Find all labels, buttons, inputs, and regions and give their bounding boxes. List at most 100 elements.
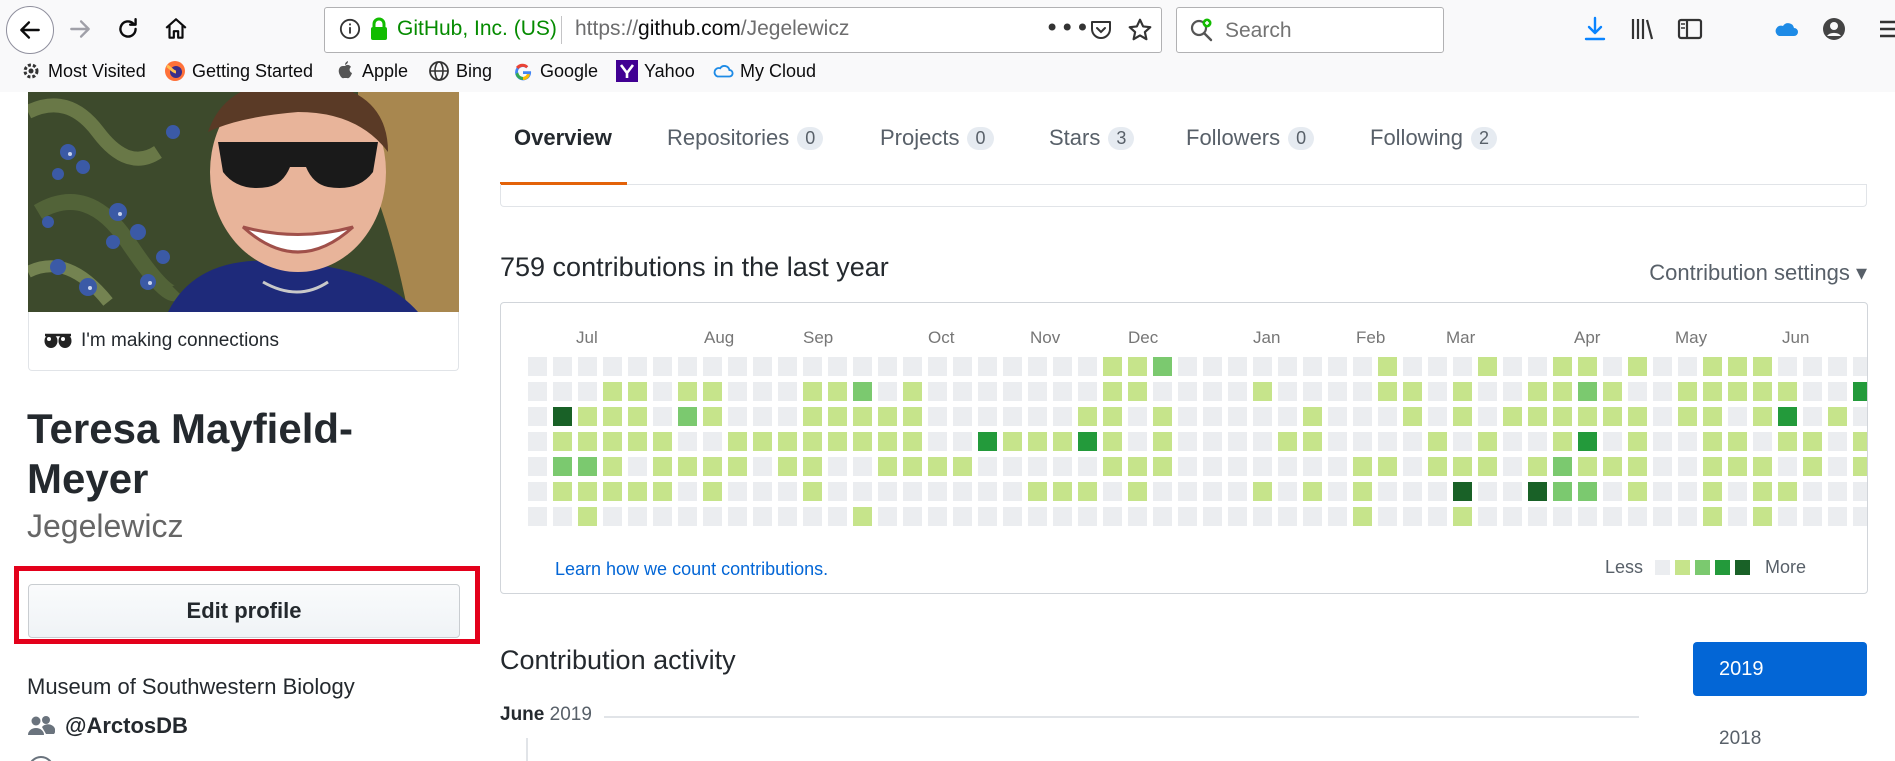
contribution-day[interactable] <box>1228 432 1247 451</box>
contribution-day[interactable] <box>1003 382 1022 401</box>
pocket-icon[interactable] <box>1089 18 1113 42</box>
contribution-day[interactable] <box>803 507 822 526</box>
contribution-day[interactable] <box>1553 432 1572 451</box>
browser-search-bar[interactable]: Search <box>1176 7 1444 53</box>
contribution-day[interactable] <box>1353 482 1372 501</box>
contribution-day[interactable] <box>1078 407 1097 426</box>
contribution-day[interactable] <box>1078 382 1097 401</box>
tab-followers[interactable]: Followers 0 <box>1186 92 1315 184</box>
contribution-day[interactable] <box>1503 432 1522 451</box>
contribution-day[interactable] <box>1453 382 1472 401</box>
contribution-day[interactable] <box>1703 507 1722 526</box>
url-text[interactable]: https://github.com/Jegelewicz <box>575 17 849 41</box>
contribution-day[interactable] <box>1053 407 1072 426</box>
contribution-day[interactable] <box>1778 407 1797 426</box>
contribution-day[interactable] <box>1178 457 1197 476</box>
contribution-day[interactable] <box>828 507 847 526</box>
contribution-day[interactable] <box>1528 432 1547 451</box>
contribution-day[interactable] <box>778 357 797 376</box>
contribution-day[interactable] <box>1578 357 1597 376</box>
tab-projects[interactable]: Projects 0 <box>880 92 994 184</box>
contribution-day[interactable] <box>1453 482 1472 501</box>
contribution-day[interactable] <box>1753 457 1772 476</box>
contribution-day[interactable] <box>653 457 672 476</box>
contribution-day[interactable] <box>1203 482 1222 501</box>
avatar[interactable] <box>28 92 459 312</box>
contribution-day[interactable] <box>1828 357 1847 376</box>
contribution-day[interactable] <box>878 407 897 426</box>
contribution-day[interactable] <box>1253 507 1272 526</box>
contribution-day[interactable] <box>1278 457 1297 476</box>
contribution-day[interactable] <box>1728 407 1747 426</box>
contribution-day[interactable] <box>1728 357 1747 376</box>
contribution-day[interactable] <box>778 382 797 401</box>
contribution-day[interactable] <box>803 457 822 476</box>
contribution-day[interactable] <box>1353 382 1372 401</box>
contribution-day[interactable] <box>1153 382 1172 401</box>
contribution-day[interactable] <box>1178 382 1197 401</box>
contribution-day[interactable] <box>928 482 947 501</box>
back-button[interactable] <box>6 6 54 54</box>
contribution-day[interactable] <box>978 357 997 376</box>
contribution-day[interactable] <box>1703 457 1722 476</box>
contribution-day[interactable] <box>1528 407 1547 426</box>
contribution-day[interactable] <box>1578 457 1597 476</box>
contribution-day[interactable] <box>703 457 722 476</box>
contribution-day[interactable] <box>1703 357 1722 376</box>
contribution-day[interactable] <box>1153 407 1172 426</box>
contribution-day[interactable] <box>1303 357 1322 376</box>
contribution-day[interactable] <box>1803 382 1822 401</box>
contribution-day[interactable] <box>1128 382 1147 401</box>
contribution-day[interactable] <box>528 382 547 401</box>
contribution-day[interactable] <box>1803 432 1822 451</box>
contribution-day[interactable] <box>753 507 772 526</box>
contribution-day[interactable] <box>853 507 872 526</box>
contribution-day[interactable] <box>1378 382 1397 401</box>
contribution-day[interactable] <box>653 357 672 376</box>
contribution-day[interactable] <box>1703 482 1722 501</box>
contribution-day[interactable] <box>553 432 572 451</box>
contribution-day[interactable] <box>1503 507 1522 526</box>
contribution-day[interactable] <box>1653 432 1672 451</box>
contribution-day[interactable] <box>1178 407 1197 426</box>
contribution-day[interactable] <box>628 357 647 376</box>
contribution-day[interactable] <box>1778 507 1797 526</box>
contribution-day[interactable] <box>653 407 672 426</box>
contribution-day[interactable] <box>1503 357 1522 376</box>
contribution-day[interactable] <box>1328 357 1347 376</box>
contribution-day[interactable] <box>1478 407 1497 426</box>
contribution-day[interactable] <box>1228 457 1247 476</box>
contribution-day[interactable] <box>1828 507 1847 526</box>
contribution-day[interactable] <box>1428 507 1447 526</box>
contribution-day[interactable] <box>1578 432 1597 451</box>
contribution-day[interactable] <box>803 407 822 426</box>
contribution-day[interactable] <box>1428 407 1447 426</box>
contribution-day[interactable] <box>1603 507 1622 526</box>
contribution-day[interactable] <box>678 457 697 476</box>
contribution-day[interactable] <box>528 357 547 376</box>
contribution-day[interactable] <box>1703 432 1722 451</box>
contribution-day[interactable] <box>1478 482 1497 501</box>
contribution-day[interactable] <box>1728 382 1747 401</box>
contribution-day[interactable] <box>703 382 722 401</box>
contribution-day[interactable] <box>1103 482 1122 501</box>
contribution-day[interactable] <box>1253 432 1272 451</box>
tab-repositories[interactable]: Repositories 0 <box>667 92 824 184</box>
contribution-day[interactable] <box>553 357 572 376</box>
contribution-day[interactable] <box>1153 357 1172 376</box>
contribution-day[interactable] <box>1178 482 1197 501</box>
contribution-day[interactable] <box>1203 357 1222 376</box>
contribution-day[interactable] <box>628 507 647 526</box>
contribution-day[interactable] <box>1678 507 1697 526</box>
contribution-day[interactable] <box>753 432 772 451</box>
forward-button[interactable] <box>60 9 100 49</box>
contribution-day[interactable] <box>1678 432 1697 451</box>
contribution-day[interactable] <box>628 457 647 476</box>
contribution-day[interactable] <box>1003 482 1022 501</box>
contribution-day[interactable] <box>1078 432 1097 451</box>
contribution-day[interactable] <box>1228 382 1247 401</box>
contribution-day[interactable] <box>1053 382 1072 401</box>
contribution-day[interactable] <box>1028 357 1047 376</box>
contribution-day[interactable] <box>1378 507 1397 526</box>
contribution-day[interactable] <box>1828 382 1847 401</box>
